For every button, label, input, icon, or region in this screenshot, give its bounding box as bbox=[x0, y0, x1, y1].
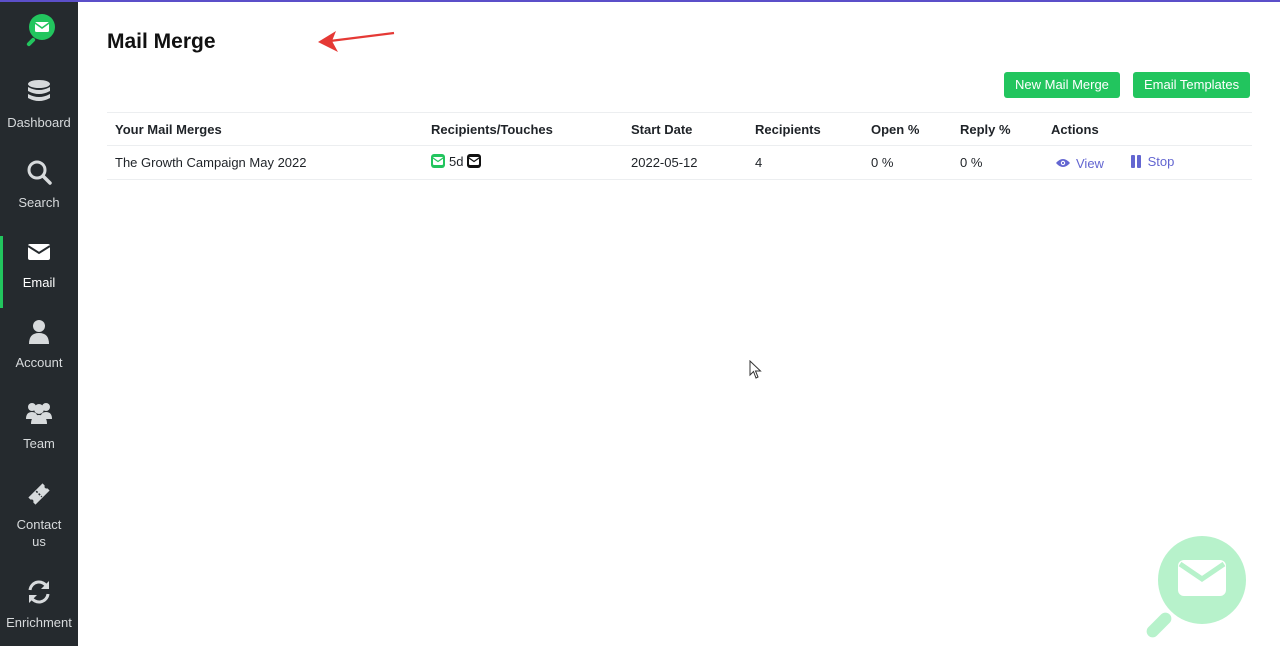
user-icon bbox=[29, 320, 49, 344]
sidebar-item-label: Contact us bbox=[16, 517, 62, 549]
recipients-count: 4 bbox=[747, 145, 863, 180]
stop-button[interactable]: Stop bbox=[1130, 154, 1175, 169]
pause-icon bbox=[1130, 155, 1141, 168]
sidebar-item-label: Search bbox=[18, 195, 60, 210]
start-date: 2022-05-12 bbox=[623, 145, 747, 180]
sidebar-item-enrichment[interactable]: Enrichment bbox=[0, 578, 78, 650]
chat-widget-icon[interactable] bbox=[1142, 535, 1248, 639]
column-header-touches: Recipients/Touches bbox=[423, 112, 623, 146]
new-mail-merge-button[interactable]: New Mail Merge bbox=[1004, 72, 1120, 98]
database-icon bbox=[28, 80, 50, 101]
email-touch-icon bbox=[431, 154, 445, 169]
envelope-icon bbox=[27, 244, 51, 260]
top-accent-line bbox=[0, 0, 1280, 2]
view-button[interactable]: View bbox=[1056, 156, 1104, 171]
touch-delay: 5d bbox=[449, 153, 464, 169]
users-icon bbox=[26, 403, 52, 424]
app-logo-icon[interactable] bbox=[22, 12, 58, 48]
column-header-reply: Reply % bbox=[952, 112, 1043, 146]
sidebar-item-label: Enrichment bbox=[6, 615, 72, 630]
column-header-actions: Actions bbox=[1043, 112, 1252, 146]
reply-rate: 0 % bbox=[952, 145, 1043, 180]
view-label: View bbox=[1076, 155, 1104, 171]
sidebar-item-label: Email bbox=[22, 275, 56, 290]
stop-label: Stop bbox=[1147, 154, 1175, 169]
column-header-name: Your Mail Merges bbox=[107, 112, 423, 146]
eye-icon bbox=[1056, 159, 1070, 167]
sidebar-item-search[interactable]: Search bbox=[0, 158, 78, 230]
refresh-icon bbox=[28, 580, 50, 604]
sidebar-item-account[interactable]: Account bbox=[0, 318, 78, 390]
sidebar-item-team[interactable]: Team bbox=[0, 399, 78, 471]
sidebar-item-label: Dashboard bbox=[7, 115, 71, 130]
email-templates-button[interactable]: Email Templates bbox=[1133, 72, 1251, 98]
mouse-cursor-icon bbox=[749, 360, 762, 379]
table-row: The Growth Campaign May 2022 5d 2022-05-… bbox=[107, 145, 1252, 180]
main-content: Mail Merge New Mail Merge Email Template… bbox=[78, 0, 1280, 646]
touches-cell: 5d bbox=[423, 145, 623, 180]
sidebar-item-label: Account bbox=[15, 355, 63, 370]
email-touch-icon bbox=[467, 154, 482, 169]
sidebar-item-label: Team bbox=[23, 436, 55, 451]
ticket-icon bbox=[28, 483, 50, 505]
sidebar: Dashboard Search Email Account Team Cont… bbox=[0, 0, 78, 646]
page-title: Mail Merge bbox=[107, 30, 216, 53]
actions-cell: View Stop bbox=[1043, 145, 1252, 180]
open-rate: 0 % bbox=[863, 145, 952, 180]
mail-merges-table: Your Mail Merges Recipients/Touches Star… bbox=[107, 112, 1252, 180]
column-header-recipients: Recipients bbox=[747, 112, 863, 146]
table-header-row: Your Mail Merges Recipients/Touches Star… bbox=[107, 112, 1252, 146]
red-arrow-icon bbox=[318, 31, 395, 52]
sidebar-item-contact-us[interactable]: Contact us bbox=[0, 480, 78, 552]
search-icon bbox=[27, 160, 52, 185]
sidebar-item-email[interactable]: Email bbox=[0, 236, 78, 310]
mail-merge-name[interactable]: The Growth Campaign May 2022 bbox=[107, 145, 423, 180]
sidebar-item-dashboard[interactable]: Dashboard bbox=[0, 78, 78, 150]
column-header-open: Open % bbox=[863, 112, 952, 146]
column-header-start-date: Start Date bbox=[623, 112, 747, 146]
